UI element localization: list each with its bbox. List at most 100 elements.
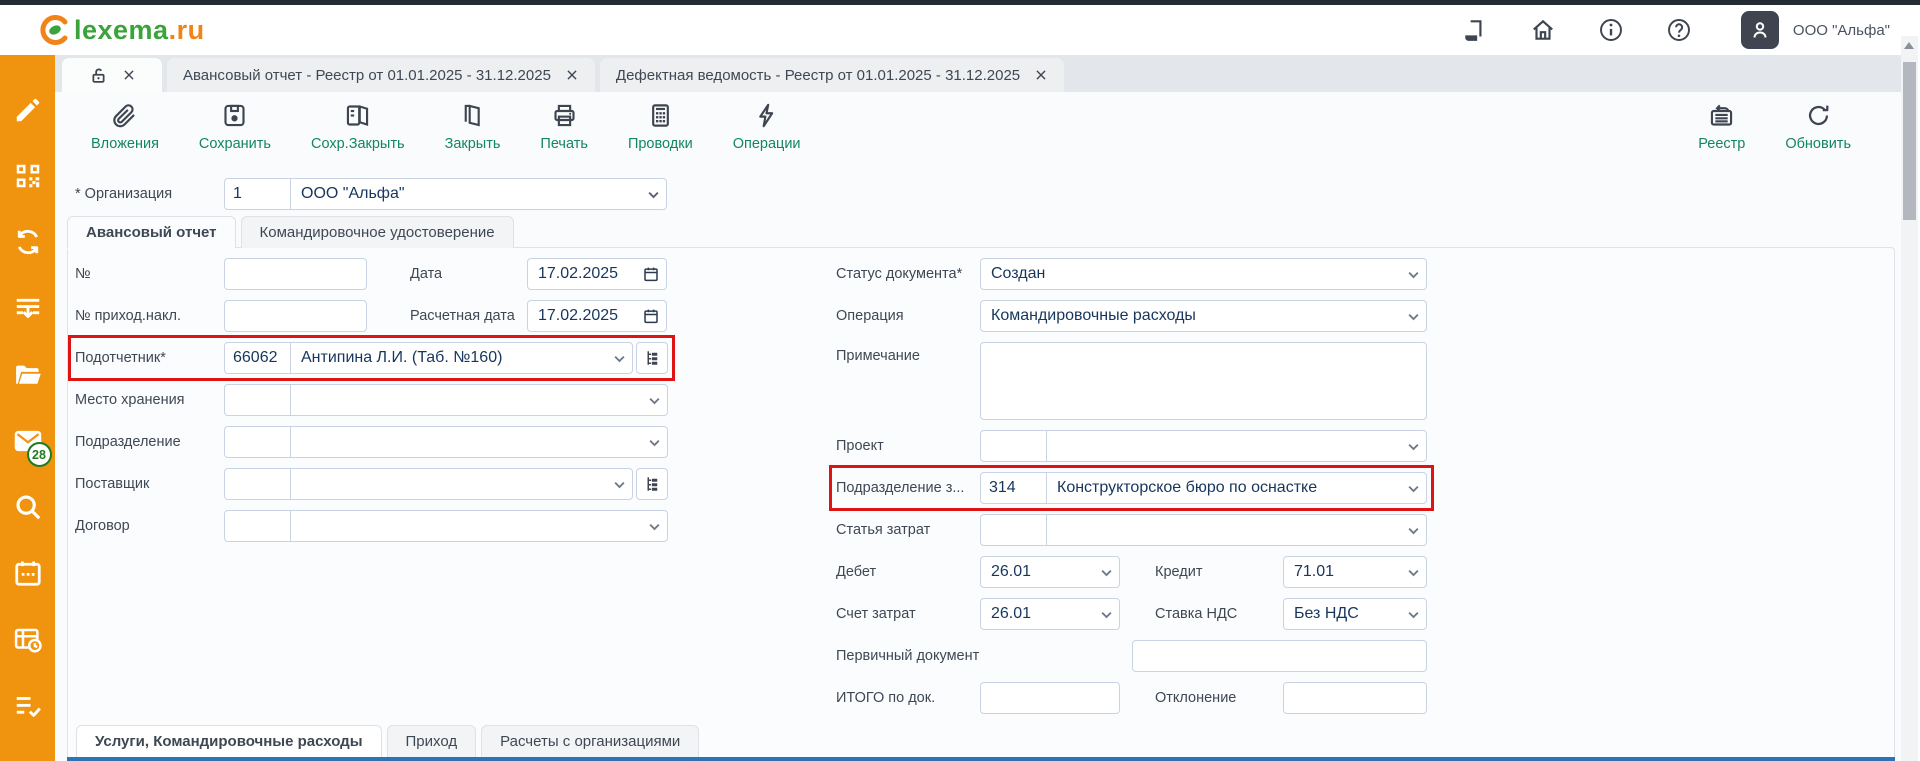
storage-code[interactable] bbox=[225, 385, 291, 415]
help-icon[interactable] bbox=[1666, 17, 1692, 43]
calendar-icon[interactable] bbox=[642, 307, 660, 325]
status-select[interactable]: Создан bbox=[980, 258, 1427, 290]
invoice-number-input[interactable] bbox=[224, 300, 367, 332]
contract-select[interactable] bbox=[224, 510, 668, 542]
vertical-scrollbar[interactable] bbox=[1901, 36, 1918, 761]
print-button[interactable]: Печать bbox=[532, 98, 596, 156]
journal-icon[interactable] bbox=[1462, 17, 1488, 43]
refresh-button[interactable]: Обновить bbox=[1777, 98, 1859, 156]
cost-item-code[interactable] bbox=[981, 515, 1047, 545]
export-icon[interactable] bbox=[13, 294, 43, 324]
note-textarea[interactable] bbox=[980, 342, 1427, 420]
save-button[interactable]: Сохранить bbox=[191, 98, 279, 156]
chevron-down-icon bbox=[1099, 607, 1114, 622]
tasks-icon[interactable] bbox=[13, 691, 43, 721]
calc-date-input[interactable]: 17.02.2025 bbox=[527, 300, 667, 332]
form-row-debit-credit: Дебет 26.01 Кредит 71.01 bbox=[836, 556, 1427, 588]
deviation-input[interactable] bbox=[1283, 682, 1427, 714]
tab-settlements[interactable]: Расчеты с организациями bbox=[481, 725, 699, 757]
division-code[interactable] bbox=[225, 427, 291, 457]
chevron-down-icon bbox=[1406, 565, 1421, 580]
project-select[interactable] bbox=[980, 430, 1427, 462]
edit-pencil-icon[interactable] bbox=[13, 95, 43, 125]
scroll-up-arrow-icon[interactable] bbox=[1904, 42, 1914, 49]
organization-row: * Организация 1 ООО "Альфа" bbox=[75, 178, 667, 210]
info-icon[interactable] bbox=[1598, 17, 1624, 43]
contract-code[interactable] bbox=[225, 511, 291, 541]
total-input[interactable] bbox=[980, 682, 1120, 714]
postings-button[interactable]: Проводки bbox=[620, 98, 701, 156]
bottom-tab-bar: Услуги, Командировочные расходы Приход Р… bbox=[67, 725, 1895, 761]
save-close-button[interactable]: Сохр.Закрыть bbox=[303, 98, 413, 156]
save-icon bbox=[221, 102, 248, 129]
registry-button[interactable]: Реестр bbox=[1690, 98, 1753, 156]
form-row-storage: Место хранения bbox=[75, 384, 668, 416]
chevron-down-icon bbox=[647, 519, 662, 534]
tab-travel-certificate[interactable]: Командировочное удостоверение bbox=[241, 216, 514, 248]
close-tab-icon[interactable] bbox=[565, 68, 579, 82]
cost-account-select[interactable]: 26.01 bbox=[980, 598, 1120, 630]
form-row-cost-account-vat: Счет затрат 26.01 Ставка НДС Без НДС bbox=[836, 598, 1427, 630]
registry-icon bbox=[1708, 102, 1735, 129]
division-select[interactable] bbox=[224, 426, 668, 458]
sync-icon[interactable] bbox=[13, 227, 43, 257]
chevron-down-icon bbox=[612, 477, 627, 492]
user-box[interactable]: ООО "Альфа" bbox=[1741, 11, 1890, 49]
window-tab-advance-report[interactable]: Авансовый отчет - Реестр от 01.01.2025 -… bbox=[167, 58, 595, 92]
save-close-icon bbox=[344, 102, 371, 129]
project-code[interactable] bbox=[981, 431, 1047, 461]
cost-division-select[interactable]: 314 Конструкторское бюро по оснастке bbox=[980, 472, 1427, 504]
tree-icon bbox=[643, 349, 661, 367]
supplier-tree-button[interactable] bbox=[636, 468, 668, 500]
operations-button[interactable]: Операции bbox=[725, 98, 809, 156]
window-tab-current[interactable] bbox=[62, 58, 162, 92]
close-tab-icon[interactable] bbox=[122, 68, 136, 82]
chevron-down-icon bbox=[1406, 607, 1421, 622]
timesheet-icon[interactable] bbox=[13, 625, 43, 655]
folder-open-icon[interactable] bbox=[13, 360, 43, 390]
accountant-tree-button[interactable] bbox=[636, 342, 668, 374]
vat-select[interactable]: Без НДС bbox=[1283, 598, 1427, 630]
storage-select[interactable] bbox=[224, 384, 668, 416]
supplier-code[interactable] bbox=[225, 469, 291, 499]
organization-select[interactable]: 1 ООО "Альфа" bbox=[224, 178, 667, 210]
tab-advance-report[interactable]: Авансовый отчет bbox=[67, 216, 236, 248]
chevron-down-icon bbox=[647, 435, 662, 450]
mail-icon[interactable]: 28 bbox=[13, 426, 43, 456]
date-input[interactable]: 17.02.2025 bbox=[527, 258, 667, 290]
chevron-down-icon bbox=[647, 393, 662, 408]
form-row-invoice-number: № приход.накл. Расчетная дата 17.02.2025 bbox=[75, 300, 668, 332]
tab-services-travel-expenses[interactable]: Услуги, Командировочные расходы bbox=[76, 725, 382, 757]
scrollbar-thumb[interactable] bbox=[1903, 62, 1916, 220]
left-sidebar: 28 bbox=[0, 55, 55, 761]
number-input[interactable] bbox=[224, 258, 367, 290]
toolbar: Вложения Сохранить Сохр.Закрыть Закрыть … bbox=[83, 98, 809, 156]
search-icon[interactable] bbox=[13, 492, 43, 522]
accountant-select[interactable]: 66062 Антипина Л.И. (Таб. №160) bbox=[224, 342, 633, 374]
operation-select[interactable]: Командировочные расходы bbox=[980, 300, 1427, 332]
organization-label: * Организация bbox=[75, 186, 224, 202]
lexema-logo[interactable]: lexema.ru bbox=[38, 13, 205, 47]
mail-badge: 28 bbox=[27, 442, 52, 467]
calculator-icon bbox=[647, 102, 674, 129]
organization-code[interactable]: 1 bbox=[225, 179, 291, 209]
window-tab-defect-sheet[interactable]: Дефектная ведомость - Реестр от 01.01.20… bbox=[600, 58, 1064, 92]
primary-doc-input[interactable] bbox=[1132, 640, 1427, 672]
chevron-down-icon bbox=[1406, 439, 1421, 454]
chevron-down-icon bbox=[1406, 267, 1421, 282]
close-button[interactable]: Закрыть bbox=[437, 98, 509, 156]
calendar-icon[interactable] bbox=[642, 265, 660, 283]
calendar-icon[interactable] bbox=[13, 558, 43, 588]
avatar[interactable] bbox=[1741, 11, 1779, 49]
debit-select[interactable]: 26.01 bbox=[980, 556, 1120, 588]
cost-item-select[interactable] bbox=[980, 514, 1427, 546]
window-tab-label: Дефектная ведомость - Реестр от 01.01.20… bbox=[616, 67, 1020, 84]
home-icon[interactable] bbox=[1530, 17, 1556, 43]
form-row-operation: Операция Командировочные расходы bbox=[836, 300, 1427, 332]
close-tab-icon[interactable] bbox=[1034, 68, 1048, 82]
tab-receipt[interactable]: Приход bbox=[387, 725, 477, 757]
supplier-select[interactable] bbox=[224, 468, 633, 500]
credit-select[interactable]: 71.01 bbox=[1283, 556, 1427, 588]
qr-code-icon[interactable] bbox=[13, 161, 43, 191]
attachments-button[interactable]: Вложения bbox=[83, 98, 167, 156]
